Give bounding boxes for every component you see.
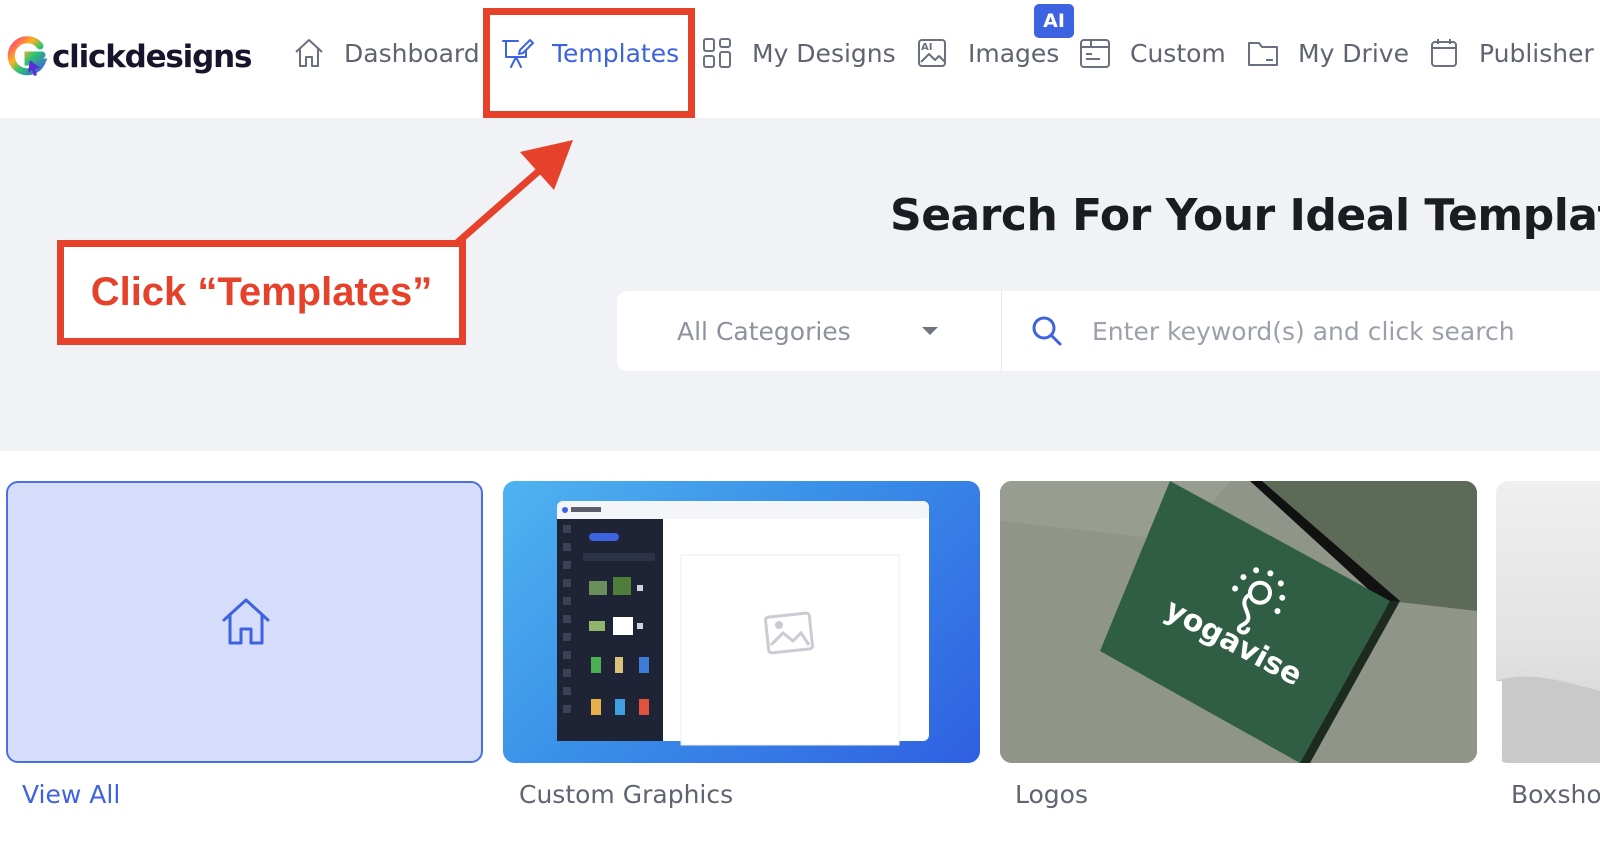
chevron-down-icon — [922, 327, 938, 335]
nav-label: Custom — [1130, 38, 1226, 68]
nav-label: My Drive — [1298, 38, 1409, 68]
instruction-callout: Click “Templates” — [57, 240, 466, 345]
home-icon — [222, 598, 270, 645]
image-ai-icon: AI — [918, 39, 946, 67]
home-icon — [295, 39, 323, 67]
svg-text:AI: AI — [921, 42, 932, 53]
nav-label: Dashboard — [344, 38, 480, 68]
card-label-custom-graphics[interactable]: Custom Graphics — [519, 780, 733, 809]
top-nav-bar: clickdesigns Dashboard Templates My Desi… — [0, 0, 1600, 118]
clickdesigns-logo-icon — [7, 36, 48, 76]
card-label-logos[interactable]: Logos — [1015, 780, 1088, 809]
calendar-icon — [1431, 39, 1457, 67]
category-card-logos[interactable]: yogavise — [1000, 481, 1477, 763]
editor-preview-image — [557, 501, 929, 746]
grid-icon — [703, 38, 731, 68]
page-title: Search For Your Ideal Template — [890, 190, 1600, 241]
category-card-view-all[interactable] — [6, 481, 483, 763]
nav-label: Images — [968, 38, 1060, 68]
nav-my-designs[interactable]: My Designs — [700, 28, 896, 78]
templates-highlight-frame — [483, 8, 695, 118]
ai-badge: AI — [1034, 4, 1074, 38]
card-label-boxshots[interactable]: Boxsho — [1511, 780, 1600, 809]
folder-icon — [1248, 42, 1278, 66]
nav-publisher[interactable]: Publisher — [1427, 28, 1594, 78]
category-card-custom-graphics[interactable] — [503, 481, 980, 763]
nav-label: Publisher — [1479, 38, 1594, 68]
brand-name: clickdesigns — [52, 39, 252, 75]
card-label-view-all[interactable]: View All — [22, 780, 120, 809]
boxshot-preview-image — [1496, 676, 1600, 763]
nav-my-drive[interactable]: My Drive — [1246, 28, 1409, 78]
search-icon[interactable] — [1027, 311, 1067, 351]
nav-label: My Designs — [752, 38, 896, 68]
custom-icon — [1080, 39, 1110, 68]
category-select[interactable]: All Categories — [617, 291, 1002, 371]
search-input[interactable] — [1092, 305, 1592, 357]
category-select-value: All Categories — [677, 316, 851, 346]
logo-mockup-image: yogavise — [1000, 481, 1477, 763]
nav-custom[interactable]: Custom — [1078, 28, 1226, 78]
category-card-boxshots[interactable] — [1496, 481, 1600, 763]
search-bar: All Categories — [617, 291, 1600, 371]
nav-dashboard[interactable]: Dashboard — [292, 28, 480, 78]
brand-logo[interactable]: clickdesigns — [6, 34, 252, 80]
instruction-callout-text: Click “Templates” — [90, 270, 433, 314]
